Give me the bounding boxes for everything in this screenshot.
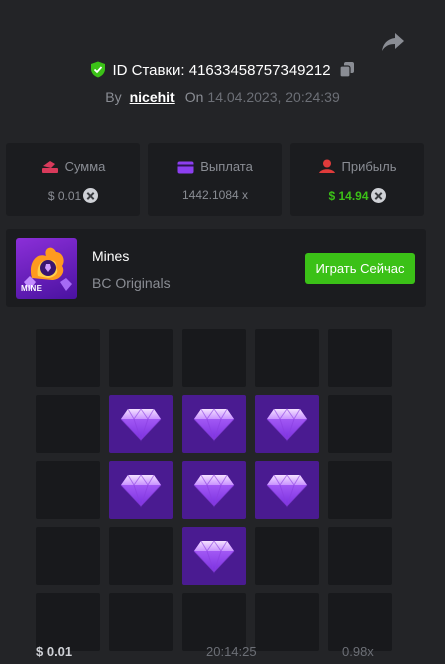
- bet-date: 14.04.2023, 20:24:39: [207, 89, 340, 105]
- money-icon: [41, 161, 58, 173]
- history-amount: $ 0.01: [36, 644, 73, 659]
- gem-icon: [193, 474, 235, 508]
- history-payout: 0.98x: [342, 644, 374, 659]
- verified-shield-icon: [91, 61, 106, 78]
- stat-amount: Сумма $ 0.01: [6, 143, 140, 216]
- gem-icon: [193, 540, 235, 574]
- gem-icon: [120, 408, 162, 442]
- stat-payout-value: 1442.1084 x: [181, 188, 249, 202]
- stat-profit: Прибыль $ 14.94: [290, 143, 424, 216]
- play-now-button[interactable]: Играть Сейчас: [305, 253, 415, 284]
- history-time: 20:14:25: [206, 644, 257, 659]
- gem-icon: [193, 408, 235, 442]
- board-cell-empty[interactable]: [328, 395, 392, 453]
- board-cell-empty[interactable]: [328, 461, 392, 519]
- stat-profit-value: $ 14.94: [290, 188, 424, 203]
- board-cell-empty[interactable]: [36, 395, 100, 453]
- game-thumb-label: MINE: [21, 284, 43, 293]
- game-thumbnail[interactable]: MINE: [16, 238, 77, 299]
- board-cell-gem[interactable]: [109, 461, 173, 519]
- copy-button[interactable]: [338, 61, 355, 78]
- game-provider: BC Originals: [92, 275, 171, 291]
- stat-amount-value: $ 0.01: [6, 188, 140, 203]
- user-link[interactable]: nicehit: [130, 89, 175, 105]
- profit-value: $ 14.94: [328, 189, 369, 203]
- stat-amount-text: Сумма: [64, 159, 106, 174]
- board-cell-empty[interactable]: [36, 593, 100, 651]
- wallet-icon: [177, 161, 194, 174]
- board-cell-gem[interactable]: [255, 395, 319, 453]
- board-cell-empty[interactable]: [255, 527, 319, 585]
- gem-icon: [120, 474, 162, 508]
- gem-icon: [266, 408, 308, 442]
- board-cell-empty[interactable]: [255, 593, 319, 651]
- board-cell-gem[interactable]: [182, 527, 246, 585]
- board-cell-empty[interactable]: [36, 527, 100, 585]
- bet-id-text: ID Ставки: 41633458757349212: [112, 62, 331, 79]
- gem-icon: [266, 474, 308, 508]
- board-cell-gem[interactable]: [255, 461, 319, 519]
- on-label: On: [184, 89, 204, 105]
- history-row: $ 0.01 20:14:25 0.98x: [0, 644, 445, 664]
- currency-icon: [83, 188, 99, 203]
- stat-payout: Выплата 1442.1084 x: [148, 143, 282, 216]
- board-cell-empty[interactable]: [109, 329, 173, 387]
- by-label: By: [105, 89, 122, 105]
- board-cell-gem[interactable]: [182, 395, 246, 453]
- copy-icon: [338, 62, 354, 78]
- stat-profit-label: Прибыль: [290, 159, 424, 174]
- board-cell-empty[interactable]: [328, 329, 392, 387]
- board-cell-empty[interactable]: [182, 329, 246, 387]
- board-cell-gem[interactable]: [109, 395, 173, 453]
- board-cell-empty[interactable]: [36, 461, 100, 519]
- game-card: MINE Mines BC Originals Играть Сейчас: [6, 229, 426, 307]
- stat-amount-label: Сумма: [6, 159, 140, 174]
- board-cell-empty[interactable]: [182, 593, 246, 651]
- bet-id-line: ID Ставки: 41633458757349212: [0, 61, 445, 79]
- bet-author-line: By nicehit On 14.04.2023, 20:24:39: [0, 89, 445, 105]
- mines-board: [36, 329, 392, 651]
- board-cell-empty[interactable]: [328, 593, 392, 651]
- stat-payout-text: Выплата: [200, 159, 253, 174]
- profit-icon: [318, 159, 335, 173]
- amount-value: $ 0.01: [47, 189, 82, 203]
- game-name[interactable]: Mines: [92, 248, 129, 264]
- share-button[interactable]: [380, 30, 406, 54]
- board-cell-empty[interactable]: [328, 527, 392, 585]
- stat-payout-label: Выплата: [148, 159, 282, 174]
- board-cell-gem[interactable]: [182, 461, 246, 519]
- share-icon: [382, 33, 404, 51]
- board-cell-empty[interactable]: [109, 527, 173, 585]
- board-cell-empty[interactable]: [255, 329, 319, 387]
- board-cell-empty[interactable]: [109, 593, 173, 651]
- currency-icon: [370, 188, 386, 203]
- stat-profit-text: Прибыль: [341, 159, 397, 174]
- board-cell-empty[interactable]: [36, 329, 100, 387]
